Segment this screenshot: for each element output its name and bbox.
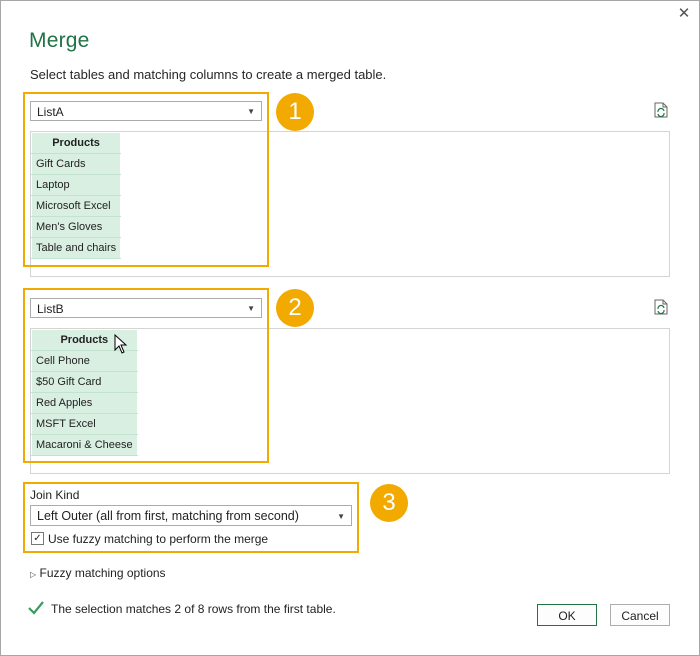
step-badge-1: 1 (276, 93, 314, 131)
cancel-button[interactable]: Cancel (610, 604, 670, 626)
fuzzy-options-label: Fuzzy matching options (39, 566, 166, 580)
fuzzy-options-toggle[interactable]: ▷ Fuzzy matching options (30, 566, 166, 580)
highlight-box-1 (23, 92, 269, 267)
merge-dialog: ✕ Merge Select tables and matching colum… (0, 0, 700, 656)
highlight-box-3 (23, 482, 359, 553)
highlight-box-2 (23, 288, 269, 463)
status-text: The selection matches 2 of 8 rows from t… (51, 602, 336, 616)
ok-button[interactable]: OK (537, 604, 597, 626)
close-icon[interactable]: ✕ (672, 3, 696, 25)
refresh-icon[interactable] (654, 102, 668, 118)
refresh-icon[interactable] (654, 299, 668, 315)
chevron-right-icon: ▷ (30, 570, 37, 579)
mouse-cursor-icon (114, 334, 128, 354)
step-badge-3: 3 (370, 484, 408, 522)
dialog-subtitle: Select tables and matching columns to cr… (30, 67, 387, 82)
checkmark-icon (28, 601, 44, 615)
dialog-title: Merge (29, 29, 90, 52)
step-badge-2: 2 (276, 289, 314, 327)
